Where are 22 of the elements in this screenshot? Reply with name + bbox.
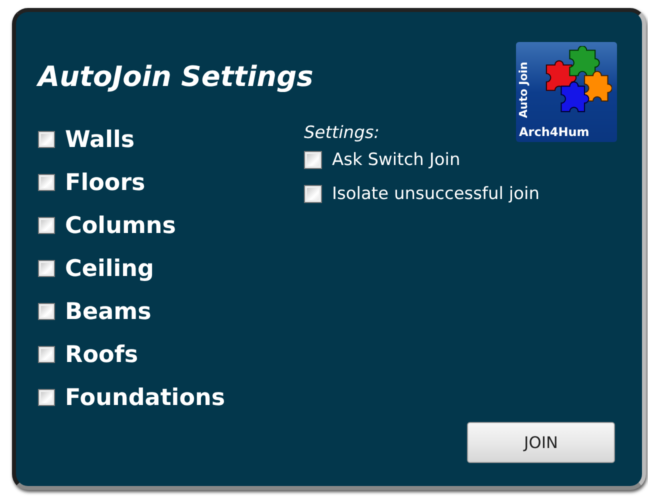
join-button[interactable]: JOIN <box>467 422 615 463</box>
checkbox-label[interactable]: Columns <box>65 212 176 238</box>
checkbox-label[interactable]: Walls <box>65 126 135 152</box>
checkbox-label[interactable]: Roofs <box>65 342 138 368</box>
checkbox[interactable] <box>38 303 55 320</box>
checkbox[interactable] <box>38 217 55 234</box>
dialog-title: AutoJoin Settings <box>38 59 314 95</box>
checkbox[interactable] <box>38 260 55 277</box>
checkbox[interactable] <box>38 389 55 406</box>
checkbox[interactable] <box>38 131 55 148</box>
checkbox[interactable] <box>38 174 55 191</box>
checkbox-label[interactable]: Foundations <box>65 384 226 410</box>
logo-caption: Arch4Hum <box>519 125 590 139</box>
logo-side-text: Auto Join <box>518 60 530 118</box>
checkbox[interactable] <box>304 185 322 203</box>
checkbox[interactable] <box>38 346 55 363</box>
checkbox-label[interactable]: Floors <box>65 170 146 196</box>
checkbox-label[interactable]: Isolate unsuccessful join <box>332 184 540 204</box>
checkbox-label[interactable]: Ask Switch Join <box>332 150 460 170</box>
checkbox-label[interactable]: Ceiling <box>65 256 154 282</box>
checkbox-label[interactable]: Beams <box>65 298 152 324</box>
checkbox[interactable] <box>304 151 322 169</box>
